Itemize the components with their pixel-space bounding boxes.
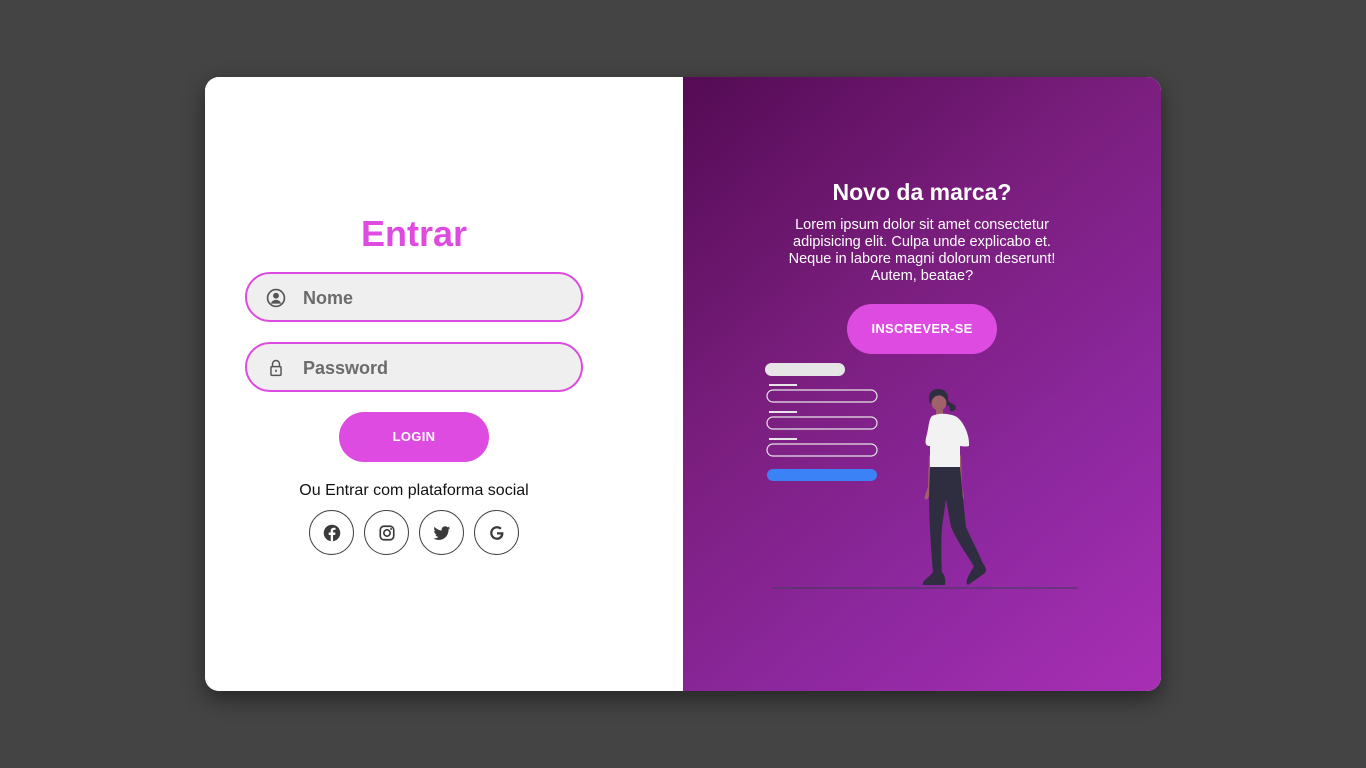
signup-button[interactable]: INSCREVER-SE bbox=[847, 304, 997, 354]
username-placeholder: Nome bbox=[303, 288, 354, 308]
login-button[interactable]: LOGIN bbox=[339, 412, 489, 462]
lock-icon bbox=[270, 359, 282, 377]
google-icon bbox=[490, 526, 504, 540]
panel-title: Novo da marca? bbox=[832, 179, 1012, 205]
username-field[interactable]: Nome bbox=[245, 272, 583, 322]
password-field[interactable]: Password bbox=[245, 342, 583, 392]
password-placeholder: Password bbox=[303, 358, 389, 378]
twitter-icon bbox=[433, 526, 451, 540]
login-card: Entrar Nome Password LOGIN Ou Entrar com… bbox=[205, 77, 1161, 691]
facebook-icon bbox=[323, 524, 341, 542]
woman-with-form-illustration bbox=[765, 363, 1078, 589]
instagram-icon bbox=[379, 525, 395, 541]
user-circle-icon bbox=[266, 288, 286, 308]
facebook-button[interactable] bbox=[309, 510, 354, 555]
instagram-button[interactable] bbox=[364, 510, 409, 555]
sign-up-panel: Novo da marca? Lorem ipsum dolor sit ame… bbox=[683, 77, 1161, 691]
google-button[interactable] bbox=[474, 510, 519, 555]
sign-in-panel: Entrar Nome Password LOGIN Ou Entrar com… bbox=[205, 77, 683, 691]
page-title: Entrar bbox=[360, 213, 468, 254]
twitter-button[interactable] bbox=[419, 510, 464, 555]
panel-description: Lorem ipsum dolor sit amet consectetur a… bbox=[788, 217, 1056, 284]
social-login-text: Ou Entrar com plataforma social bbox=[299, 482, 529, 499]
